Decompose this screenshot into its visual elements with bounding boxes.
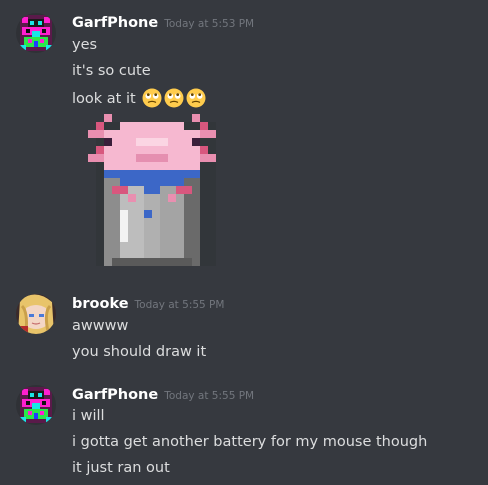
rolling-eyes-emoji-icon[interactable] <box>142 88 162 108</box>
message-text: awwww <box>72 318 129 334</box>
username[interactable]: GarfPhone <box>72 15 158 31</box>
message-text: it's so cute <box>72 63 151 79</box>
message-header: GarfPhone Today at 5:53 PM <box>72 12 254 32</box>
message-text: i will <box>72 408 105 424</box>
timestamp[interactable]: Today at 5:55 PM <box>135 299 225 311</box>
rolling-eyes-emoji-icon[interactable] <box>164 88 184 108</box>
avatar[interactable] <box>16 385 56 425</box>
message-text-line: look at it <box>72 88 206 108</box>
axolotl-bucket-image[interactable] <box>88 106 216 270</box>
message-text: i gotta get another battery for my mouse… <box>72 434 428 450</box>
rolling-eyes-emoji-icon[interactable] <box>186 88 206 108</box>
username[interactable]: brooke <box>72 296 129 312</box>
message-header: GarfPhone Today at 5:55 PM <box>72 384 254 404</box>
avatar[interactable] <box>16 294 56 334</box>
avatar[interactable] <box>16 13 56 53</box>
message-text: look at it <box>72 91 136 107</box>
message-header: brooke Today at 5:55 PM <box>72 293 224 313</box>
username[interactable]: GarfPhone <box>72 387 158 403</box>
message-text: you should draw it <box>72 344 207 360</box>
timestamp[interactable]: Today at 5:53 PM <box>164 18 254 30</box>
message-text: yes <box>72 37 98 53</box>
message-text: it just ran out <box>72 460 170 476</box>
timestamp[interactable]: Today at 5:55 PM <box>164 390 254 402</box>
